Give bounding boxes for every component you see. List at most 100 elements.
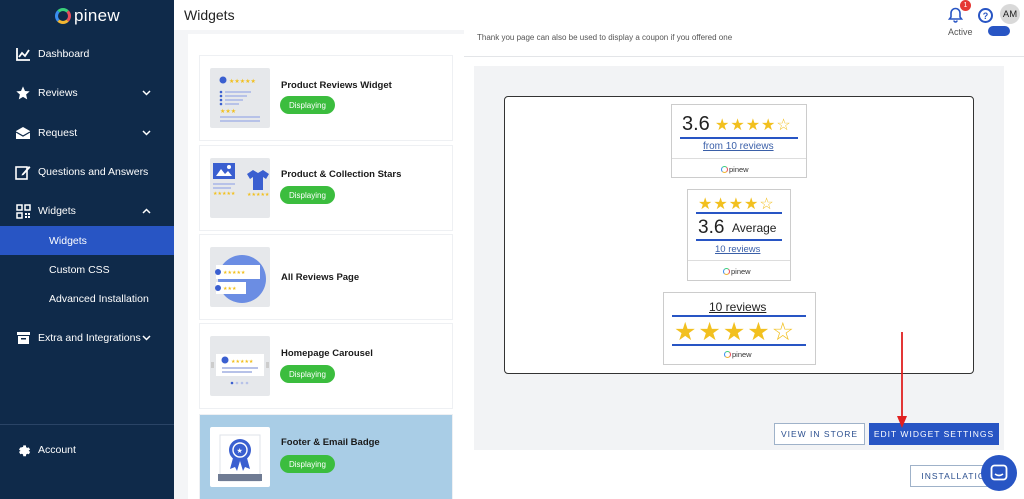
badge-divider (672, 158, 806, 159)
chevron-down-icon (142, 88, 151, 99)
edit-widget-settings-button[interactable]: EDIT WIDGET SETTINGS (869, 423, 999, 445)
badge-stars: ★★★★☆ (674, 318, 797, 346)
annotation-arrow-icon (897, 332, 907, 428)
opinew-logo[interactable]: pinew (55, 6, 120, 26)
sidebar-item-reviews[interactable]: Reviews (0, 78, 174, 108)
widget-card-footer-email-badge[interactable]: ★ Footer & Email Badge Displaying (200, 415, 452, 499)
svg-text:★★★: ★★★ (220, 108, 236, 115)
badge-score: 3.6 (682, 113, 710, 135)
help-icon[interactable]: ? (978, 8, 993, 23)
active-label: Active (948, 27, 973, 37)
badge-preview-3: 10 reviews ★★★★☆ pinew (663, 292, 816, 365)
badge-average-label: Average (732, 221, 777, 235)
sidebar-item-label: Reviews (38, 87, 78, 99)
view-in-store-button[interactable]: VIEW IN STORE (774, 423, 865, 445)
badge-divider (688, 260, 790, 261)
chevron-up-icon (142, 206, 151, 217)
widget-card-product-collection-stars[interactable]: ★★★★★ ★★★★★ Product & Collection Stars D… (200, 146, 452, 230)
badge-stars: ★★★★☆ (715, 117, 792, 134)
sidebar-subitem-widgets[interactable]: Widgets (0, 226, 174, 255)
badge-review-count[interactable]: 10 reviews (715, 244, 760, 255)
badge-review-count[interactable]: 10 reviews (709, 300, 766, 314)
sidebar-item-label: Widgets (38, 205, 76, 217)
widget-card-title: All Reviews Page (281, 272, 360, 283)
svg-text:★: ★ (237, 447, 243, 455)
carousel-thumbnail-icon: ★★★★★ (210, 336, 270, 396)
page-title: Widgets (184, 7, 235, 23)
opinew-mini-logo: pinew (721, 165, 749, 174)
status-badge: Displaying (280, 96, 335, 114)
opinew-logo-icon (724, 351, 731, 358)
widget-card-title: Homepage Carousel (281, 348, 373, 359)
sidebar-item-questions[interactable]: Questions and Answers (0, 157, 174, 187)
sidebar-divider (0, 424, 174, 425)
svg-text:★★★: ★★★ (223, 286, 237, 292)
sidebar-subitem-custom-css[interactable]: Custom CSS (0, 255, 174, 284)
widget-card-title: Footer & Email Badge (281, 437, 380, 448)
all-reviews-thumbnail-icon: ★★★★★ ★★★ (210, 247, 270, 307)
badge-underline (696, 212, 782, 214)
sidebar-item-label: Request (38, 127, 78, 139)
avatar[interactable]: AM (1000, 4, 1020, 24)
qr-icon (15, 203, 31, 219)
product-stars-thumbnail-icon: ★★★★★ ★★★★★ (210, 158, 270, 218)
archive-icon (15, 330, 31, 346)
sidebar-item-extra-integrations[interactable]: Extra and Integrations (0, 323, 174, 353)
status-badge: Displaying (280, 365, 335, 383)
status-badge: Displaying (280, 186, 335, 204)
product-reviews-thumbnail-icon: ★★★★★ ★★★ (210, 68, 270, 128)
svg-text:★★★★★: ★★★★★ (231, 359, 254, 365)
badge-preview-2: ★★★★☆ 3.6 Average 10 reviews pinew (687, 189, 791, 281)
gear-icon (15, 442, 31, 458)
chevron-down-icon (142, 128, 151, 139)
sidebar-subitem-advanced-installation[interactable]: Advanced Installation (0, 284, 174, 313)
preview-description: Thank you page can also be used to displ… (477, 33, 733, 42)
opinew-mini-text: pinew (729, 165, 749, 174)
badge-score: 3.6 (698, 217, 725, 238)
sidebar-item-label: Extra and Integrations (38, 332, 141, 344)
opinew-logo-icon (723, 268, 730, 275)
widget-card-title: Product Reviews Widget (281, 80, 392, 91)
chat-launcher-button[interactable] (981, 455, 1017, 491)
star-icon (15, 85, 31, 101)
svg-text:★★★★★: ★★★★★ (223, 270, 246, 276)
chat-icon (990, 464, 1008, 481)
chart-icon (15, 46, 31, 62)
badge-preview-1: 3.6 ★★★★☆ from 10 reviews pinew (671, 104, 807, 178)
active-toggle[interactable] (988, 26, 1010, 36)
opinew-mini-logo: pinew (724, 350, 752, 359)
header-divider (464, 56, 1024, 57)
widget-card-product-reviews[interactable]: ★★★★★ ★★★ Product Reviews Widget Display… (200, 56, 452, 140)
sidebar-item-label: Dashboard (38, 48, 90, 60)
sidebar-item-account[interactable]: Account (0, 435, 174, 465)
widget-card-all-reviews-page[interactable]: ★★★★★ ★★★ All Reviews Page (200, 235, 452, 319)
sidebar-item-label: Questions and Answers (38, 166, 149, 178)
widget-card-title: Product & Collection Stars (281, 169, 402, 180)
svg-text:★★★★★: ★★★★★ (213, 191, 236, 197)
opinew-logo-icon (721, 166, 728, 173)
badge-underline (672, 344, 806, 346)
chevron-down-icon (142, 333, 151, 344)
badge-review-count[interactable]: from 10 reviews (703, 141, 774, 152)
svg-text:★★★★★: ★★★★★ (247, 192, 270, 198)
envelope-icon (15, 125, 31, 141)
svg-text:★★★★★: ★★★★★ (229, 78, 256, 85)
badge-underline (696, 239, 782, 241)
widget-card-homepage-carousel[interactable]: ★★★★★ Homepage Carousel Displaying (200, 324, 452, 408)
opinew-mini-logo: pinew (723, 267, 751, 276)
widget-list: ★★★★★ ★★★ Product Reviews Widget Display… (188, 34, 464, 499)
opinew-mini-text: pinew (731, 267, 751, 276)
sidebar: pinew Dashboard Reviews Request Question… (0, 0, 174, 499)
sidebar-item-request[interactable]: Request (0, 118, 174, 148)
edit-icon (15, 164, 31, 180)
sidebar-item-label: Account (38, 444, 76, 456)
badge-thumbnail-icon: ★ (210, 427, 270, 487)
sidebar-item-dashboard[interactable]: Dashboard (0, 39, 174, 69)
notification-badge: 1 (960, 0, 971, 11)
top-bar: Widgets 1 ? AM (174, 0, 1024, 30)
logo-text: pinew (74, 6, 120, 25)
opinew-mini-text: pinew (732, 350, 752, 359)
badge-stars: ★★★★☆ (698, 196, 775, 213)
sidebar-item-widgets[interactable]: Widgets (0, 196, 174, 226)
status-badge: Displaying (280, 455, 335, 473)
